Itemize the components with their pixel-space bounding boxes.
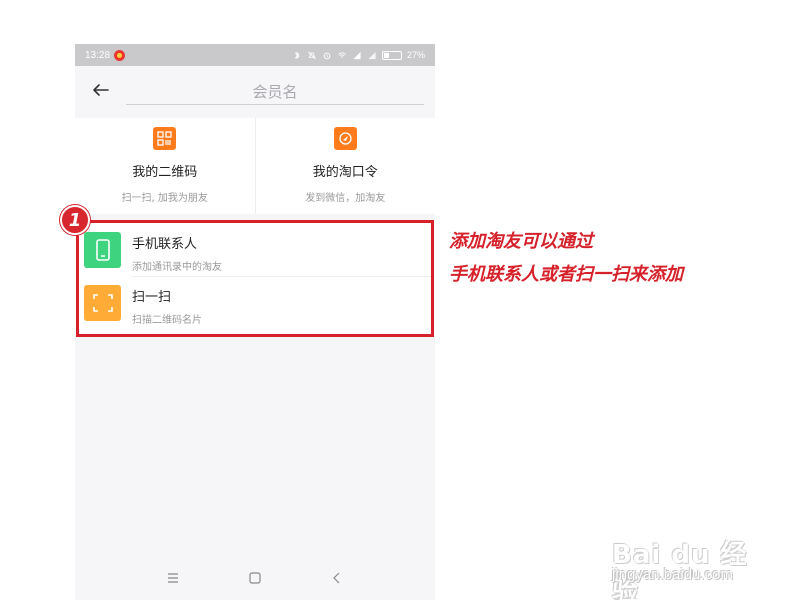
status-icons: 27% — [292, 50, 425, 60]
qr-code-icon — [153, 127, 177, 150]
system-nav-bar — [75, 556, 435, 600]
card-title: 我的二维码 — [132, 165, 198, 180]
status-bar: 13:28 27% — [75, 44, 435, 66]
home-icon — [249, 572, 261, 584]
status-time: 13:28 — [85, 49, 111, 61]
my-taokouling-card[interactable]: 我的淘口令 发到微信，加淘友 — [254, 118, 436, 214]
back-chevron-icon — [333, 572, 340, 584]
watermark-url: jingyan.baidu.com — [612, 566, 733, 583]
menu-icon — [168, 573, 178, 583]
wifi-icon — [338, 51, 346, 58]
highlight-box — [76, 220, 434, 337]
member-search-input[interactable] — [126, 79, 424, 105]
signal-icon — [353, 51, 361, 59]
arrow-left-icon[interactable] — [89, 78, 113, 102]
back-button[interactable] — [325, 566, 349, 590]
my-qr-code-card[interactable]: 我的二维码 扫一扫, 加我为朋友 — [75, 118, 255, 214]
battery-icon — [381, 50, 402, 60]
menu-button[interactable] — [161, 566, 185, 590]
signal-icon-2 — [368, 51, 376, 59]
annotation-line-2: 手机联系人或者扫一扫来添加 — [449, 264, 683, 285]
battery-fill — [383, 52, 389, 58]
weibo-icon — [114, 49, 126, 61]
battery-percent: 27% — [406, 50, 425, 60]
quick-cards: 我的二维码 扫一扫, 加我为朋友 我的淘口令 发到微信，加淘友 — [75, 118, 435, 214]
header — [75, 66, 435, 118]
card-title: 我的淘口令 — [312, 165, 378, 180]
step-badge: 1 — [60, 205, 90, 235]
home-button[interactable] — [243, 566, 267, 590]
mute-icon — [308, 51, 316, 59]
annotation-line-1: 添加淘友可以通过 — [449, 231, 593, 252]
baidu-jingyan-watermark: Bai du 经验 jingyan.baidu.com — [612, 510, 762, 600]
bluetooth-icon — [294, 51, 300, 59]
card-subtitle: 发到微信，加淘友 — [305, 193, 386, 204]
taokouling-icon — [333, 127, 357, 150]
card-subtitle: 扫一扫, 加我为朋友 — [121, 193, 208, 204]
alarm-icon — [323, 52, 331, 59]
